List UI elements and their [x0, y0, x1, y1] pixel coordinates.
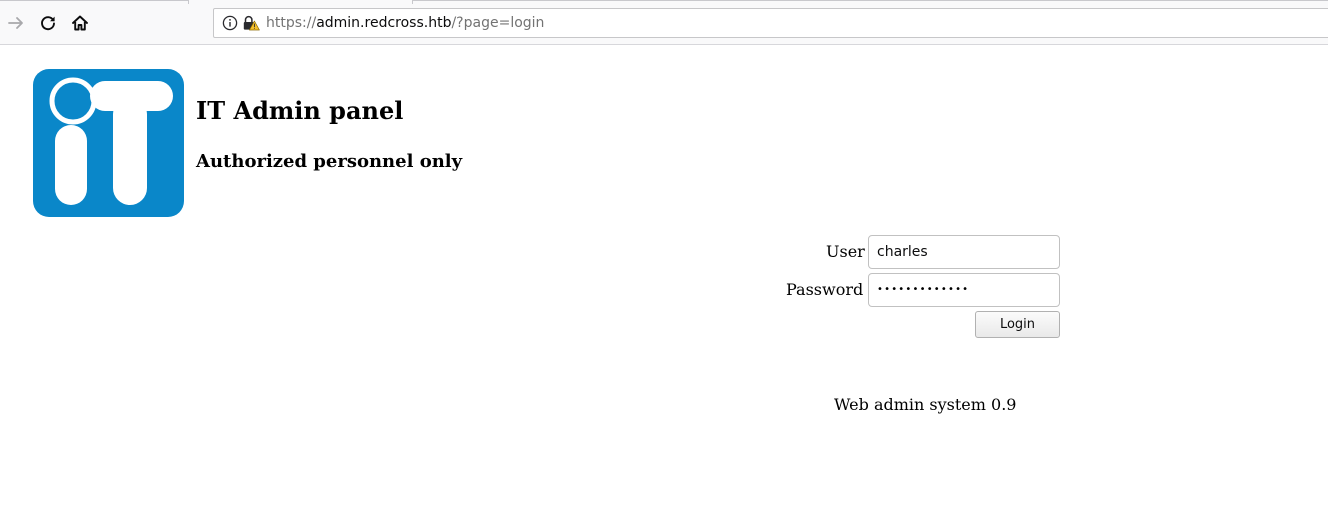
info-icon[interactable]: [222, 15, 238, 35]
tab-strip-edge: [0, 0, 188, 1]
url-subdomain: admin.: [316, 15, 365, 31]
password-label: Password: [786, 280, 864, 299]
url-protocol: https://: [266, 15, 317, 31]
url-text[interactable]: https://admin.redcross.htb/?page=login: [266, 14, 544, 32]
footer-version-text: Web admin system 0.9: [834, 395, 1017, 414]
password-input[interactable]: [868, 273, 1060, 307]
address-bar[interactable]: https://admin.redcross.htb/?page=login: [213, 8, 1328, 38]
page-subtitle: Authorized personnel only: [196, 151, 463, 172]
user-label: User: [826, 242, 865, 261]
page-title: IT Admin panel: [196, 96, 404, 125]
arrow-right-icon: [8, 17, 23, 29]
login-button[interactable]: Login: [975, 311, 1060, 338]
url-path: /?page=login: [451, 15, 545, 31]
home-icon: [72, 15, 88, 31]
reload-icon: [41, 16, 55, 31]
reload-button[interactable]: [35, 10, 61, 36]
insecure-lock-icon[interactable]: [242, 15, 260, 35]
home-button[interactable]: [67, 10, 93, 36]
tab-strip: [0, 0, 1328, 4]
tab-strip-edge: [412, 0, 1328, 1]
back-button[interactable]: [3, 10, 29, 36]
url-host: redcross.htb: [364, 15, 452, 31]
tab-separator: [188, 0, 189, 4]
user-input[interactable]: [868, 235, 1060, 269]
browser-toolbar: https://admin.redcross.htb/?page=login: [0, 0, 1328, 45]
it-logo: [33, 69, 184, 217]
